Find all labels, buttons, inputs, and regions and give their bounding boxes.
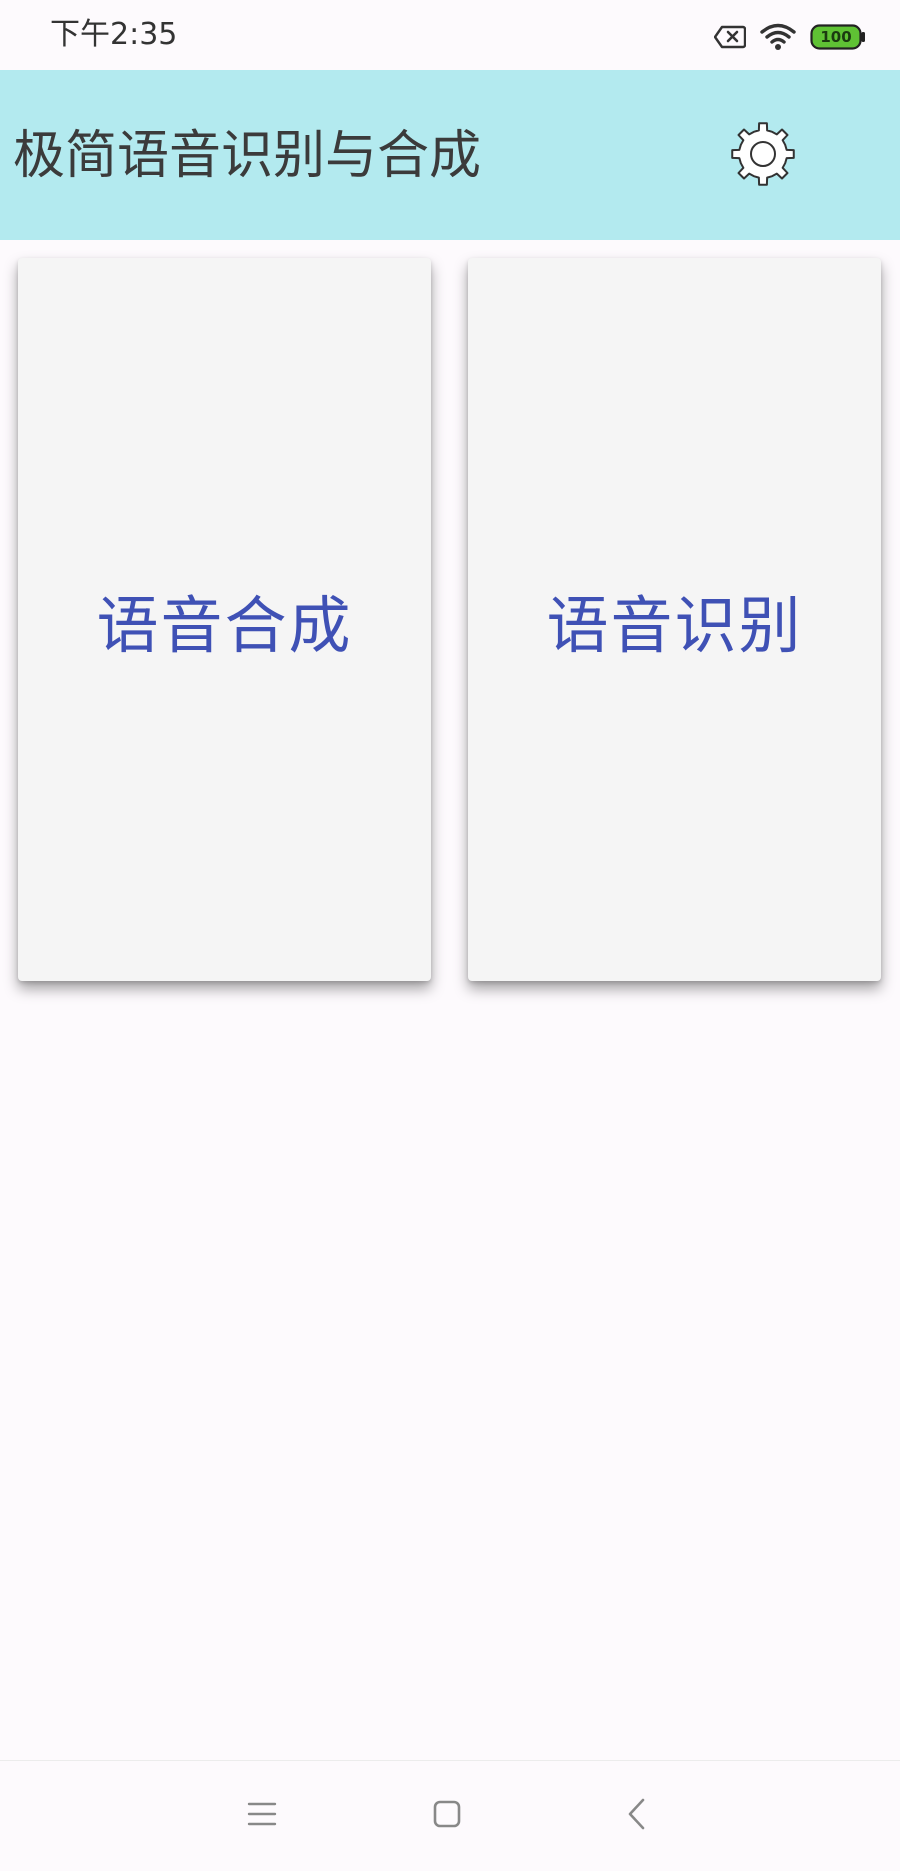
speech-synthesis-card[interactable]: 语音合成 xyxy=(18,258,431,981)
speech-recognition-label: 语音识别 xyxy=(546,588,803,662)
recent-apps-button[interactable] xyxy=(237,1791,287,1841)
battery-level: 100 xyxy=(820,28,852,46)
status-bar: 下午2:35 100 xyxy=(0,0,900,70)
navigation-bar xyxy=(0,1760,900,1871)
status-time: 下午2:35 xyxy=(50,17,178,52)
wifi-icon xyxy=(760,23,796,51)
menu-icon xyxy=(247,1801,277,1831)
home-button[interactable] xyxy=(422,1791,472,1841)
status-icons: 100 xyxy=(714,20,866,54)
back-button[interactable] xyxy=(612,1791,662,1841)
speech-recognition-card[interactable]: 语音识别 xyxy=(468,258,881,981)
gear-icon xyxy=(728,119,798,193)
app-title: 极简语音识别与合成 xyxy=(13,126,482,186)
settings-button[interactable] xyxy=(727,120,799,192)
home-icon xyxy=(432,1799,462,1833)
app-bar: 极简语音识别与合成 xyxy=(0,70,900,240)
battery-icon: 100 xyxy=(810,24,866,50)
speech-synthesis-label: 语音合成 xyxy=(96,588,353,662)
back-icon xyxy=(625,1797,649,1835)
sim-disabled-icon xyxy=(714,25,746,49)
